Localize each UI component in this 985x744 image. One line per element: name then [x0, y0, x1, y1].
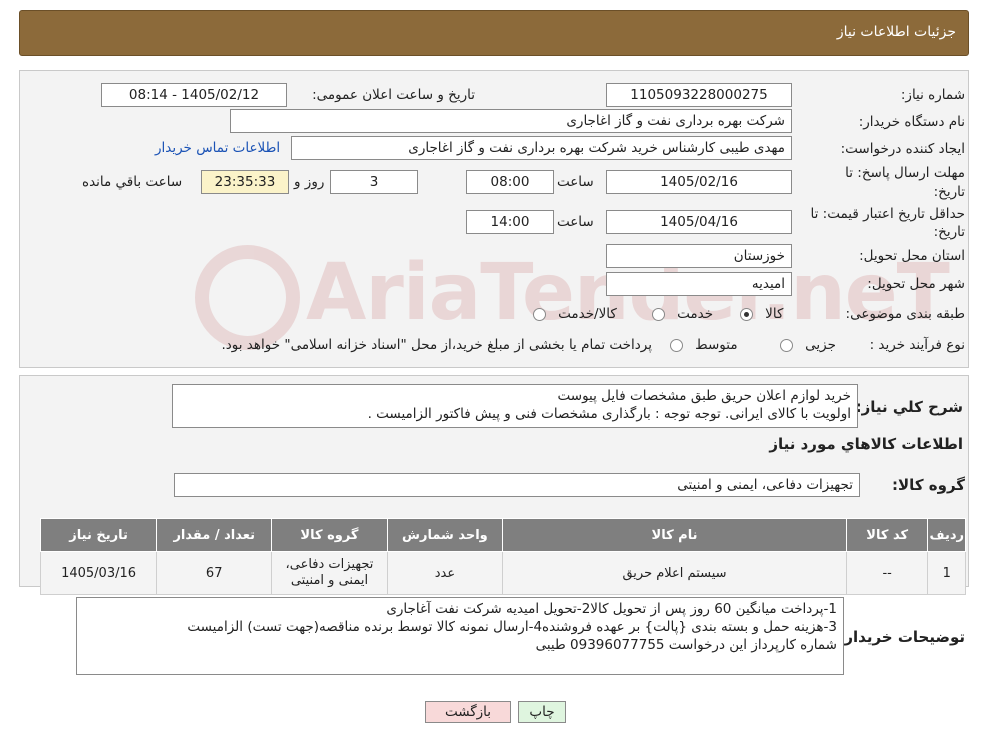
cell-index: 1 — [927, 551, 966, 595]
process-option-minor[interactable]: جزیی — [780, 337, 836, 353]
validity-label: حداقل تاریخ اعتبار قیمت: تا — [810, 206, 965, 222]
col-qty: تعداد / مقدار — [156, 518, 273, 552]
need-number-label: شماره نیاز: — [900, 87, 965, 103]
items-table: رديف کد کالا نام کالا واحد شمارش گروه کا… — [39, 518, 966, 595]
category-label: طبقه بندی موضوعی: — [845, 306, 965, 322]
radio-icon[interactable] — [652, 308, 665, 321]
city-label: شهر محل تحویل: — [867, 276, 965, 292]
city-field: امیدیه — [606, 272, 792, 296]
print-button[interactable]: چاپ — [518, 701, 566, 723]
cell-group-line-1: تجهیزات دفاعی، — [285, 557, 374, 572]
buyer-org-field: شرکت بهره برداری نفت و گاز اغاجاری — [230, 109, 792, 133]
validity-time-field: 14:00 — [466, 210, 554, 234]
col-code: کد کالا — [845, 518, 929, 552]
radio-icon[interactable] — [670, 339, 683, 352]
creator-label: ایجاد کننده درخواست: — [840, 141, 965, 157]
buyer-notes-line-2: 3-هزینه حمل و بسته بندی {پالت} بر عهده ف… — [187, 619, 837, 635]
category-option-service[interactable]: خدمت — [652, 306, 713, 322]
province-label: استان محل تحویل: — [859, 248, 965, 264]
watermark: AriaTender.neT — [195, 245, 950, 350]
category-option-both[interactable]: کالا/خدمت — [533, 306, 617, 322]
page-title: جزئیات اطلاعات نیاز — [836, 24, 956, 40]
col-name: نام کالا — [502, 518, 847, 552]
cell-qty: 67 — [156, 551, 273, 595]
buyer-notes-textarea[interactable]: 1-پرداخت میانگین 60 روز پس از تحویل کالا… — [76, 597, 844, 675]
deadline-date-field: 1405/02/16 — [606, 170, 792, 194]
buyer-notes-line-3: شماره کارپرداز این درخواست 09396077755 ط… — [535, 637, 837, 653]
validity-time-label: ساعت — [557, 214, 594, 230]
validity-label-2: تاریخ: — [933, 224, 965, 240]
buyer-org-label: نام دستگاه خریدار: — [858, 114, 965, 130]
page-header: جزئیات اطلاعات نیاز — [19, 10, 969, 56]
cell-group-line-2: ایمنی و امنیتی — [290, 573, 369, 588]
col-group: گروه کالا — [271, 518, 388, 552]
goods-group-label: گروه کالا: — [892, 476, 965, 494]
items-section-title: اطلاعات کالاهاي مورد نياز — [769, 435, 963, 453]
cell-date: 1405/03/16 — [39, 551, 158, 595]
validity-date-field: 1405/04/16 — [606, 210, 792, 234]
buyer-notes-label: توضیحات خریدار: — [838, 628, 965, 646]
cell-unit: عدد — [386, 551, 504, 595]
remaining-time-field: 23:35:33 — [201, 170, 289, 194]
remaining-label: ساعت باقي مانده — [82, 174, 183, 190]
col-index: رديف — [927, 518, 966, 552]
watermark-logo-icon — [195, 245, 300, 350]
buyer-notes-line-1: 1-پرداخت میانگین 60 روز پس از تحویل کالا… — [386, 601, 837, 617]
cell-name: سیستم اعلام حریق — [502, 551, 847, 595]
days-label: روز و — [294, 174, 325, 190]
radio-selected-icon[interactable] — [740, 308, 753, 321]
summary-textarea[interactable]: خرید لوازم اعلان حریق طبق مشخصات فایل پی… — [172, 384, 858, 428]
deadline-time-field: 08:00 — [466, 170, 554, 194]
goods-group-field: تجهیزات دفاعی، ایمنی و امنیتی — [174, 473, 860, 497]
cell-code: -- — [845, 551, 929, 595]
process-option-medium[interactable]: متوسط — [670, 337, 738, 353]
process-label: نوع فرآیند خرید : — [869, 337, 965, 353]
days-field: 3 — [330, 170, 418, 194]
deadline-label: مهلت ارسال پاسخ: تا — [845, 165, 965, 181]
announce-label: تاریخ و ساعت اعلان عمومی: — [312, 87, 475, 103]
cell-group: تجهیزات دفاعی، ایمنی و امنیتی — [271, 551, 388, 595]
buyer-contact-link[interactable]: اطلاعات تماس خریدار — [155, 140, 280, 156]
summary-line-1: خرید لوازم اعلان حریق طبق مشخصات فایل پی… — [557, 388, 852, 404]
process-note: پرداخت تمام یا بخشی از مبلغ خرید،از محل … — [221, 337, 652, 353]
back-button[interactable]: بازگشت — [425, 701, 511, 723]
need-number-field: 1105093228000275 — [606, 83, 792, 107]
table-row: 1 -- سیستم اعلام حریق عدد تجهیزات دفاعی،… — [39, 551, 966, 595]
radio-icon[interactable] — [780, 339, 793, 352]
province-field: خوزستان — [606, 244, 792, 268]
category-option-goods[interactable]: کالا — [740, 306, 783, 322]
radio-icon[interactable] — [533, 308, 546, 321]
col-unit: واحد شمارش — [386, 518, 504, 552]
col-date: تاریخ نیاز — [39, 518, 158, 552]
announce-field: 1405/02/12 - 08:14 — [101, 83, 287, 107]
creator-field: مهدی طیبی کارشناس خرید شرکت بهره برداری … — [291, 136, 792, 160]
summary-label: شرح کلي نياز: — [855, 398, 963, 416]
summary-line-2: اولویت با کالای ایرانی. توجه توجه : بارگ… — [367, 406, 851, 422]
deadline-time-label: ساعت — [557, 174, 594, 190]
deadline-label-2: تاریخ: — [933, 184, 965, 200]
